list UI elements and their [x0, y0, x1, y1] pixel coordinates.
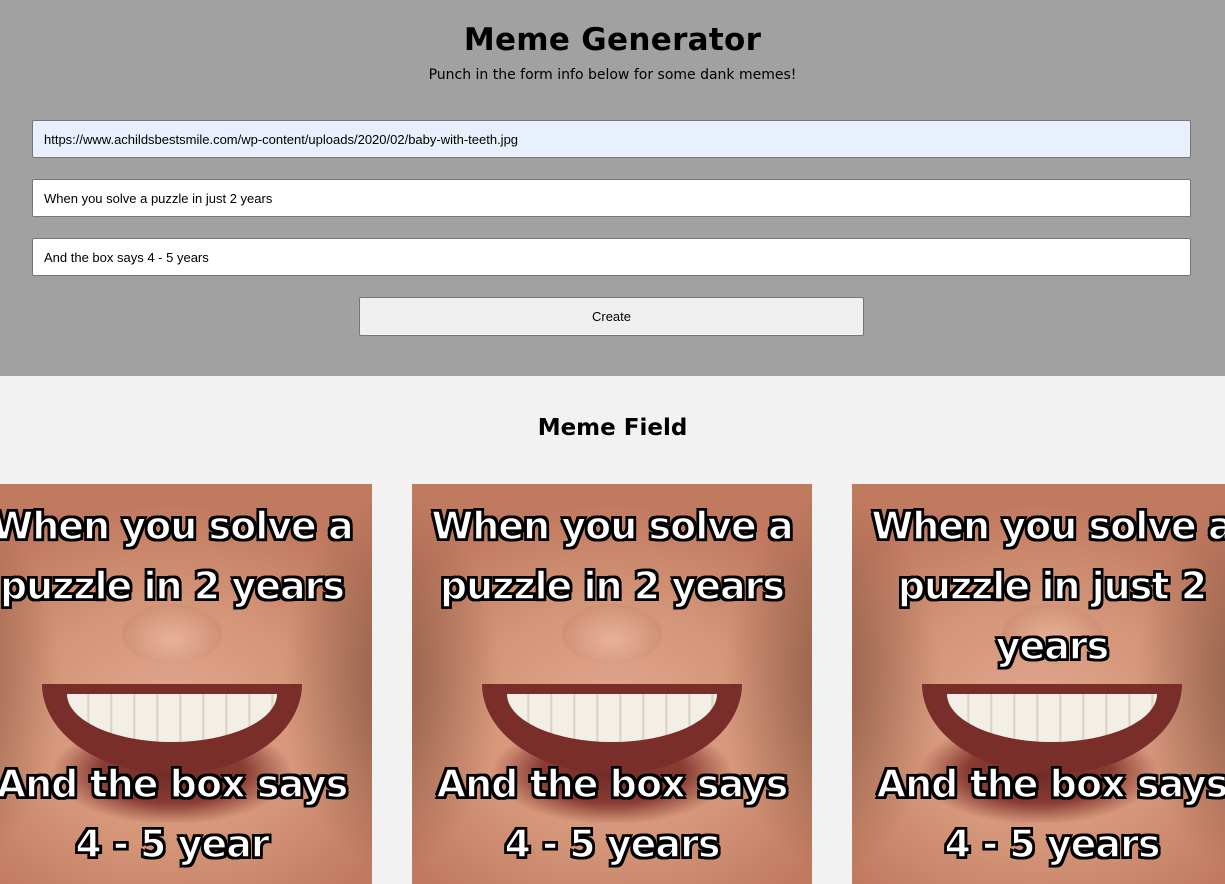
meme-field-title: Meme Field	[537, 415, 688, 441]
page-title: Meme Generator	[463, 22, 762, 58]
meme-top-text: When you solve a puzzle in just 2 years	[871, 503, 1225, 669]
top-text-input[interactable]	[32, 179, 1191, 217]
image-url-input[interactable]	[32, 120, 1191, 158]
meme-card[interactable]: When you solve a puzzle in 2 years And t…	[0, 484, 372, 884]
meme-bottom-text: And the box says 4 - 5 years	[436, 761, 789, 867]
meme-card[interactable]: When you solve a puzzle in 2 years And t…	[412, 484, 812, 884]
create-button[interactable]: Create	[359, 297, 864, 336]
meme-top-text: When you solve a puzzle in 2 years	[431, 503, 795, 609]
meme-top-text: When you solve a puzzle in 2 years	[0, 503, 354, 609]
bottom-text-input[interactable]	[32, 238, 1191, 276]
meme-card[interactable]: When you solve a puzzle in just 2 years …	[852, 484, 1225, 884]
meme-bottom-text: And the box says 4 - 5 year	[0, 761, 349, 867]
meme-bottom-text: And the box says 4 - 5 years	[876, 761, 1225, 867]
page-subtitle: Punch in the form info below for some da…	[428, 67, 797, 83]
generator-header: Meme Generator Punch in the form info be…	[0, 0, 1225, 376]
